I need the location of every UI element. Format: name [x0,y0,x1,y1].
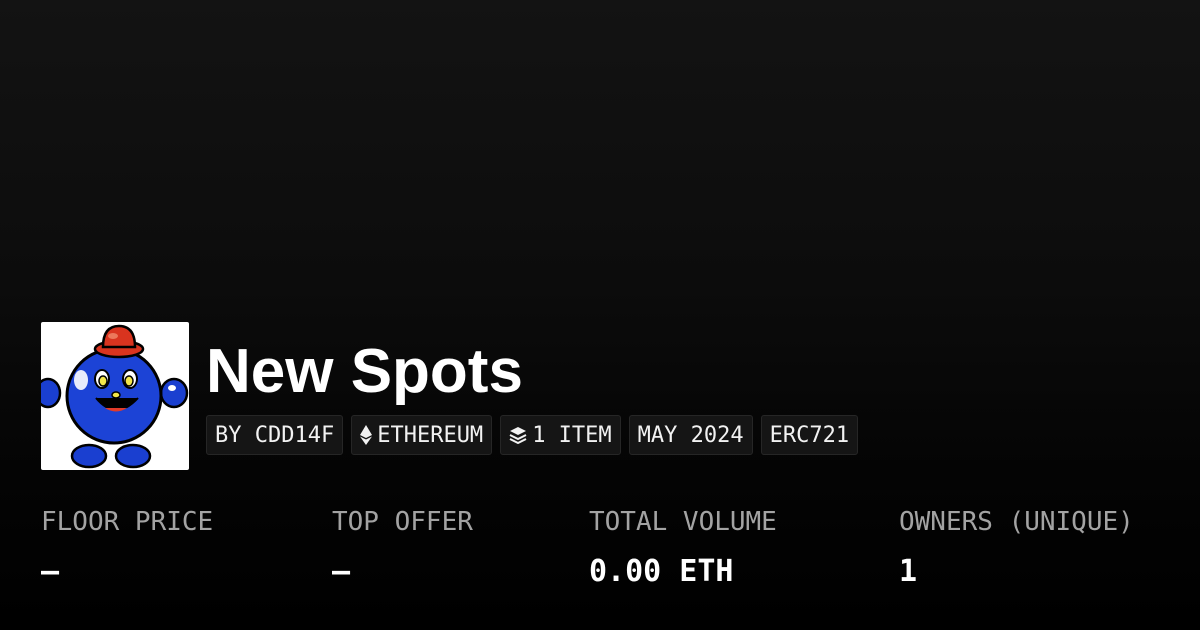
chain-badge-label: ETHEREUM [377,422,484,448]
floor-price-value: – [41,554,60,589]
creator-badge[interactable]: BY CDD14F [206,415,344,455]
token-standard-badge-label: ERC721 [769,422,850,448]
total-volume-stat: TOTAL VOLUME 0.00 ETH [589,505,777,589]
collection-avatar [41,322,189,470]
top-offer-label: TOP OFFER [332,507,473,537]
created-date-badge-label: MAY 2024 [637,422,744,448]
owners-label: OWNERS (UNIQUE) [899,507,1134,537]
item-count-badge-label: 1 ITEM [532,422,612,448]
blue-mascot-with-red-hat-icon [41,324,189,469]
floor-price-label: FLOOR PRICE [41,507,214,537]
collection-preview-card: New Spots BY CDD14F ETHEREUM 1 ITEM MAY … [0,0,1200,630]
layers-icon [509,426,527,444]
total-volume-label: TOTAL VOLUME [589,507,777,537]
owners-stat: OWNERS (UNIQUE) 1 [899,505,1134,589]
chain-badge: ETHEREUM [351,415,493,455]
collection-badges: BY CDD14F ETHEREUM 1 ITEM MAY 2024 ERC72… [206,415,859,455]
total-volume-value: 0.00 ETH [589,554,734,589]
created-date-badge: MAY 2024 [628,415,753,455]
owners-value: 1 [899,554,918,589]
collection-title: New Spots [206,337,523,406]
item-count-badge: 1 ITEM [500,415,621,455]
creator-badge-label: BY CDD14F [215,422,335,448]
ethereum-icon [360,425,373,445]
top-offer-stat: TOP OFFER – [332,505,473,589]
top-offer-value: – [332,554,351,589]
token-standard-badge: ERC721 [760,415,859,455]
floor-price-stat: FLOOR PRICE – [41,505,213,589]
